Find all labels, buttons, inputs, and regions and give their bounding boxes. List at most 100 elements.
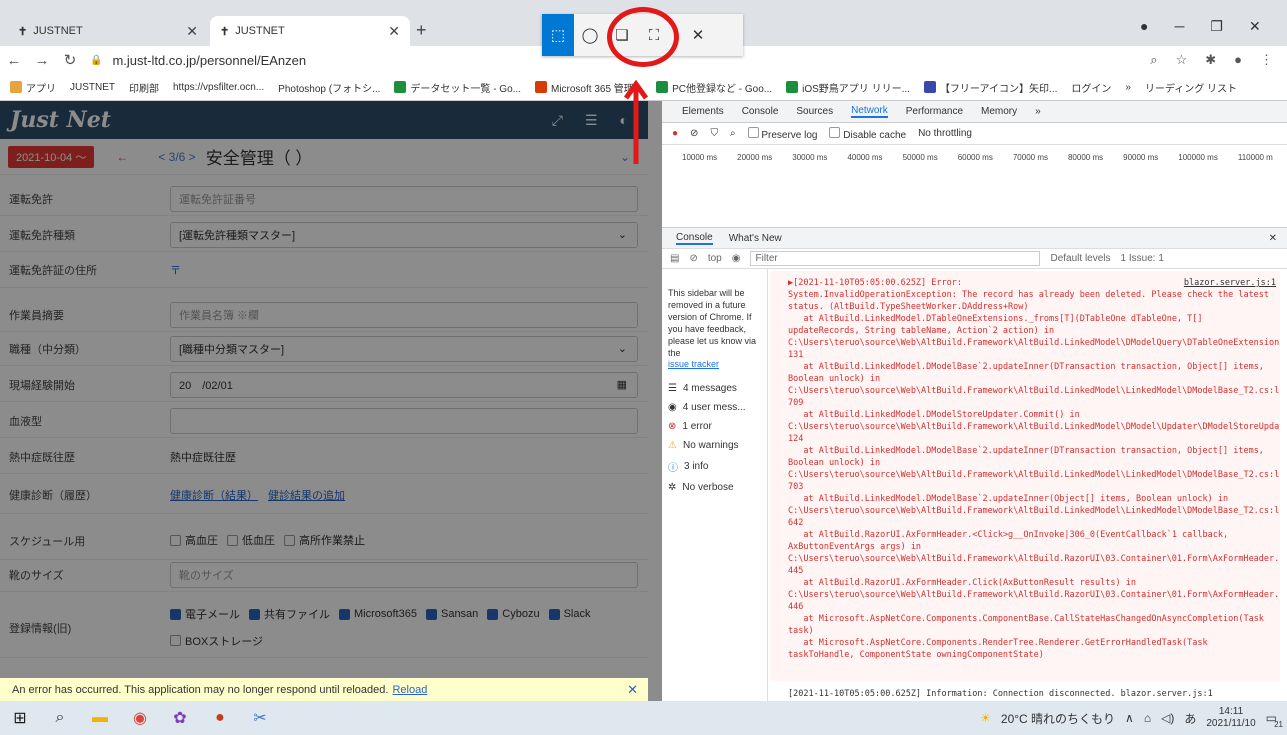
- devtools-tab[interactable]: Console: [742, 106, 779, 117]
- console-sidebar: This sidebar will be removed in a future…: [662, 269, 768, 701]
- bookmark-label: PC他登録など - Goo...: [672, 83, 773, 95]
- minimize-icon[interactable]: ─: [1174, 18, 1184, 35]
- bookmark-item[interactable]: https://vpsfilter.ocn...: [173, 82, 264, 93]
- bookmark-item[interactable]: PC他登録など - Goo...: [656, 80, 772, 95]
- issues-button[interactable]: 1 Issue: 1: [1121, 253, 1164, 264]
- context-select[interactable]: top: [708, 253, 722, 264]
- star-icon[interactable]: ☆: [1176, 52, 1188, 68]
- sidebar-item-errors[interactable]: ⊗ 1 error: [668, 421, 761, 432]
- disable-cache-checkbox[interactable]: Disable cache: [829, 126, 906, 141]
- eye-icon[interactable]: ◉: [732, 253, 741, 264]
- bookmark-label: リーディング リスト: [1144, 83, 1238, 95]
- weather-text[interactable]: 20°C 晴れのちくもり: [1001, 710, 1115, 727]
- browser-tab-1[interactable]: ✝ JUSTNET ✕: [8, 16, 208, 46]
- file-explorer-icon[interactable]: ▬: [80, 709, 120, 727]
- close-tab-icon[interactable]: ✕: [388, 23, 400, 40]
- filter-icon[interactable]: ⛉: [710, 128, 718, 139]
- preserve-log-checkbox[interactable]: Preserve log: [747, 126, 817, 141]
- maximize-icon[interactable]: ❐: [1210, 18, 1223, 35]
- reload-icon[interactable]: ↻: [56, 51, 84, 69]
- bookmarks-more[interactable]: »: [1125, 82, 1131, 93]
- reading-list[interactable]: リーディング リスト: [1145, 80, 1237, 95]
- bookmark-label: ログイン: [1071, 83, 1112, 95]
- devtools-tab[interactable]: Elements: [682, 106, 724, 117]
- bookmark-item[interactable]: ログイン: [1071, 80, 1111, 95]
- devtools-tab[interactable]: Network: [851, 105, 888, 118]
- freeform-snip-icon[interactable]: ◯: [574, 14, 606, 56]
- close-window-icon[interactable]: ✕: [1249, 18, 1261, 35]
- network-timeline: 10000 ms 20000 ms 30000 ms 40000 ms 50000 ms…: [662, 145, 1287, 169]
- record-icon[interactable]: ●: [672, 128, 678, 139]
- powerpoint-icon[interactable]: ●: [200, 709, 240, 727]
- bookmark-item[interactable]: 【フリーアイコン】矢印...: [923, 80, 1058, 95]
- volume-icon[interactable]: ◁): [1161, 711, 1174, 725]
- devtools-tab[interactable]: »: [1035, 106, 1041, 117]
- app-icon[interactable]: ✿: [160, 708, 200, 728]
- throttling-select[interactable]: No throttling: [918, 128, 972, 139]
- sidebar-item-info[interactable]: ⓘ 3 info: [668, 459, 761, 474]
- devtools-tab[interactable]: Performance: [906, 106, 963, 117]
- back-icon[interactable]: ←: [0, 52, 28, 69]
- browser-tab-2[interactable]: ✝ JUSTNET ✕: [210, 16, 410, 46]
- clear-icon[interactable]: ⊘: [690, 128, 698, 139]
- drawer-tab-console[interactable]: Console: [676, 232, 713, 245]
- network-icon[interactable]: ⌂: [1144, 711, 1151, 725]
- zoom-icon[interactable]: ⌕: [1150, 52, 1157, 68]
- address-bar[interactable]: m.just-ltd.co.jp/personnel/EAnzen: [112, 53, 306, 68]
- menu-icon[interactable]: ⋮: [1260, 52, 1273, 68]
- clear-console-icon[interactable]: ⊘: [689, 253, 697, 264]
- system-tray: ☀ 20°C 晴れのちくもり ∧ ⌂ ◁) あ 14:11 2021/11/10 …: [980, 706, 1287, 730]
- rect-snip-icon[interactable]: ⬚: [542, 14, 574, 56]
- close-snip-icon[interactable]: ✕: [682, 14, 714, 56]
- profile-icon[interactable]: ●: [1140, 18, 1148, 35]
- drawer-tab-whats-new[interactable]: What's New: [729, 233, 782, 244]
- bookmark-item[interactable]: アプリ: [10, 80, 56, 95]
- windows-taskbar: ⊞ ⌕ ▬ ◉ ✿ ● ✂ ☀ 20°C 晴れのちくもり ∧ ⌂ ◁) あ 14…: [0, 701, 1287, 735]
- ime-indicator[interactable]: あ: [1184, 710, 1196, 727]
- windows-start-icon[interactable]: ⊞: [0, 708, 40, 728]
- timeline-tick: 30000 ms: [792, 152, 828, 162]
- chrome-icon[interactable]: ◉: [120, 708, 160, 728]
- sidebar-item-messages[interactable]: ☰ 4 messages: [668, 383, 761, 394]
- sidebar-item-label: 4 messages: [682, 383, 737, 394]
- snipping-tool-icon[interactable]: ✂: [240, 708, 280, 728]
- clock[interactable]: 14:11 2021/11/10: [1206, 706, 1255, 730]
- issue-tracker-link[interactable]: issue tracker: [668, 359, 761, 369]
- forward-icon[interactable]: →: [28, 52, 56, 69]
- filter-input[interactable]: Filter: [750, 251, 1041, 266]
- bookmark-item[interactable]: データセット一覧 - Go...: [394, 80, 521, 95]
- tray-arrow-icon[interactable]: ∧: [1125, 711, 1134, 725]
- sidebar-item-label: No verbose: [682, 482, 734, 493]
- sidebar-item-warnings[interactable]: ⚠ No warnings: [668, 440, 761, 451]
- devtools-tab[interactable]: Memory: [981, 106, 1017, 117]
- sidebar-item-verbose[interactable]: ✲ No verbose: [668, 482, 761, 493]
- console-source-link[interactable]: blazor.server.js:1: [1184, 277, 1276, 289]
- bookmark-label: 【フリーアイコン】矢印...: [939, 83, 1058, 95]
- sidebar-item-label: 1 error: [682, 421, 712, 432]
- bookmark-label: アプリ: [26, 83, 56, 95]
- bookmark-label: Photoshop (フォトシ...: [278, 83, 381, 95]
- drawer-tabs: Console What's New ✕: [662, 227, 1287, 249]
- sidebar-toggle-icon[interactable]: ▤: [670, 253, 679, 264]
- bookmark-item[interactable]: iOS野鳥アプリ リリー...: [786, 80, 910, 95]
- search-icon[interactable]: ⌕: [730, 128, 736, 139]
- warning-icon: ⚠: [668, 440, 677, 451]
- levels-select[interactable]: Default levels: [1050, 253, 1110, 264]
- bookmark-label: 印刷部: [129, 83, 159, 95]
- search-icon[interactable]: ⌕: [40, 709, 80, 727]
- devtools-tab[interactable]: Sources: [796, 106, 833, 117]
- extensions-icon[interactable]: ✱: [1205, 52, 1216, 68]
- reload-link[interactable]: Reload: [392, 684, 427, 696]
- close-error-icon[interactable]: ✕: [627, 682, 638, 698]
- close-tab-icon[interactable]: ✕: [186, 23, 198, 40]
- notification-icon[interactable]: ▭ 21: [1266, 711, 1283, 729]
- justnet-favicon: ✝: [220, 25, 230, 38]
- new-tab-icon[interactable]: +: [416, 20, 427, 41]
- sidebar-item-user-messages[interactable]: ◉ 4 user mess...: [668, 402, 761, 413]
- bookmark-item[interactable]: Photoshop (フォトシ...: [278, 80, 380, 95]
- console-filter-bar: ▤ ⊘ top ◉ Filter Default levels 1 Issue:…: [662, 249, 1287, 269]
- bookmark-item[interactable]: JUSTNET: [70, 82, 115, 93]
- close-drawer-icon[interactable]: ✕: [1269, 233, 1277, 244]
- account-icon[interactable]: ●: [1234, 52, 1242, 68]
- bookmark-item[interactable]: 印刷部: [129, 80, 159, 95]
